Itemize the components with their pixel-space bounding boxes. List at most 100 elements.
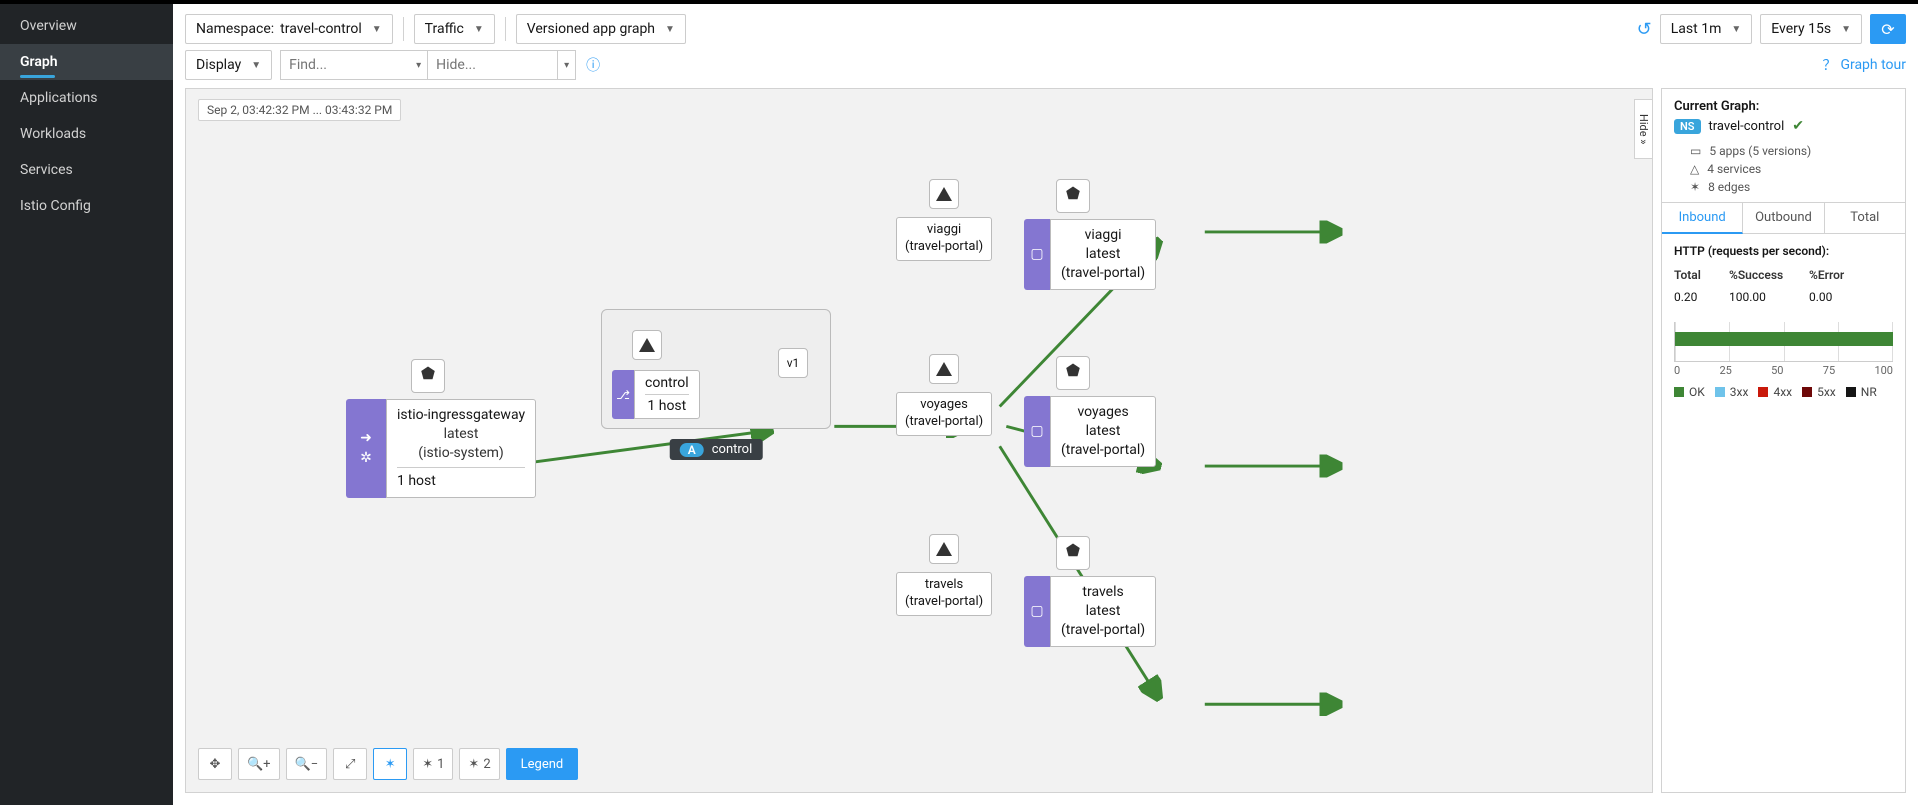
namespace-selector[interactable]: Namespace: travel-control ▼ bbox=[185, 14, 393, 44]
panel-collapse-handle[interactable]: Hide » bbox=[1634, 99, 1652, 159]
control-host: 1 host bbox=[645, 398, 689, 414]
wl-namespace: (travel-portal) bbox=[1061, 441, 1145, 460]
branch-icon: ⎇ bbox=[616, 388, 630, 402]
time-range-selector[interactable]: Last 1m ▼ bbox=[1660, 14, 1753, 44]
th-error: %Error bbox=[1809, 268, 1893, 282]
legend-nr: NR bbox=[1846, 385, 1877, 399]
app-badge-control: A control bbox=[670, 439, 763, 460]
sidebar-item-applications[interactable]: Applications bbox=[0, 80, 173, 116]
http-legend: OK 3xx 4xx 5xx NR bbox=[1662, 377, 1905, 411]
node-wl-voyages[interactable]: ▢ voyages latest (travel-portal) bbox=[1024, 396, 1156, 467]
layout-1-button[interactable]: ✶1 bbox=[413, 748, 453, 780]
main: Namespace: travel-control ▼ Traffic ▼ Ve… bbox=[173, 4, 1918, 805]
traffic-selector[interactable]: Traffic ▼ bbox=[414, 14, 495, 44]
services-count: 4 services bbox=[1707, 162, 1761, 176]
graph-icon: ✶ bbox=[468, 757, 479, 772]
globe-icon: ✲ bbox=[360, 450, 372, 466]
caret-down-icon: ▼ bbox=[251, 60, 261, 71]
node-istio-ingressgateway[interactable]: ➜ ✲ istio-ingressgateway latest (istio-s… bbox=[346, 399, 536, 498]
http-section-title: HTTP (requests per second): bbox=[1662, 234, 1905, 264]
drag-button[interactable]: ✥ bbox=[198, 748, 232, 780]
canvas-controls: ✥ 🔍+ 🔍− ⤢ ✶ ✶1 ✶2 Legend bbox=[198, 748, 578, 780]
graph-tour-link[interactable]: ？ Graph tour bbox=[1822, 55, 1906, 75]
namespace-row: NS travel-control ✔ bbox=[1662, 118, 1905, 144]
fit-button[interactable]: ⤢ bbox=[333, 748, 367, 780]
axis-tick: 50 bbox=[1771, 364, 1783, 377]
layout-1-label: 1 bbox=[437, 757, 444, 772]
zoom-out-button[interactable]: 🔍− bbox=[286, 748, 328, 780]
toolbar-primary: Namespace: travel-control ▼ Traffic ▼ Ve… bbox=[173, 4, 1918, 50]
caret-down-icon: ▼ bbox=[1841, 24, 1851, 35]
node-wl-travels-icon[interactable] bbox=[1056, 536, 1090, 570]
app-badge-label: control bbox=[712, 442, 753, 457]
hide-dropdown-handle[interactable]: ▾ bbox=[558, 50, 576, 80]
refresh-button[interactable]: ⟳ bbox=[1870, 14, 1906, 44]
find-hide-group: ▾ ▾ bbox=[280, 50, 576, 80]
axis-tick: 75 bbox=[1823, 364, 1835, 377]
graph-canvas[interactable]: Sep 2, 03:42:32 PM ... 03:43:32 PM Hide … bbox=[185, 88, 1653, 793]
tab-total[interactable]: Total bbox=[1825, 203, 1905, 233]
node-svc-voyages[interactable]: voyages (travel-portal) bbox=[896, 354, 992, 436]
namespace-label: Namespace: bbox=[196, 21, 274, 37]
version-node-v1[interactable]: v1 bbox=[778, 348, 808, 378]
history-icon[interactable]: ↺ bbox=[1637, 19, 1652, 40]
caret-down-icon: ▼ bbox=[665, 24, 675, 35]
layout-default-button[interactable]: ✶ bbox=[373, 748, 407, 780]
control-title: control bbox=[645, 375, 689, 391]
workload-icon bbox=[419, 365, 437, 387]
node-wl-viaggi-icon[interactable] bbox=[1056, 179, 1090, 213]
sidebar-item-istio-config[interactable]: Istio Config bbox=[0, 188, 173, 224]
zoom-in-button[interactable]: 🔍+ bbox=[238, 748, 280, 780]
node-title: istio-ingressgateway bbox=[397, 406, 525, 425]
graph-type-selector[interactable]: Versioned app graph ▼ bbox=[516, 14, 686, 44]
node-wl-voyages-icon[interactable] bbox=[1056, 356, 1090, 390]
axis-tick: 0 bbox=[1674, 364, 1680, 377]
refresh-interval-selector[interactable]: Every 15s ▼ bbox=[1760, 14, 1862, 44]
sidebar-item-workloads[interactable]: Workloads bbox=[0, 116, 173, 152]
node-wl-travels[interactable]: ▢ travels latest (travel-portal) bbox=[1024, 576, 1156, 647]
app-group-control[interactable]: v1 ⎇ control 1 host A control bbox=[601, 309, 831, 429]
axis-tick: 25 bbox=[1719, 364, 1731, 377]
svc-namespace: (travel-portal) bbox=[905, 594, 983, 611]
sidebar-item-services[interactable]: Services bbox=[0, 152, 173, 188]
http-sparkline bbox=[1674, 322, 1893, 362]
caret-down-icon: ▼ bbox=[474, 24, 484, 35]
services-icon: △ bbox=[1690, 162, 1699, 176]
node-svc-travels[interactable]: travels (travel-portal) bbox=[896, 534, 992, 616]
wl-name: travels bbox=[1061, 583, 1145, 602]
display-label: Display bbox=[196, 57, 241, 73]
sidebar-item-graph[interactable]: Graph bbox=[0, 44, 173, 80]
wl-namespace: (travel-portal) bbox=[1061, 621, 1145, 640]
graph-stats: ▭5 apps (5 versions) △4 services ✶8 edge… bbox=[1662, 144, 1905, 202]
node-ingress-icon[interactable] bbox=[411, 359, 445, 393]
panel-title: Current Graph: bbox=[1662, 89, 1905, 118]
workload-icon bbox=[1064, 542, 1082, 564]
wl-name: viaggi bbox=[1061, 226, 1145, 245]
edges-count: 8 edges bbox=[1708, 180, 1750, 194]
find-dropdown-handle[interactable]: ▾ bbox=[410, 50, 428, 80]
tab-inbound[interactable]: Inbound bbox=[1662, 203, 1743, 234]
node-host: 1 host bbox=[397, 472, 525, 491]
svc-name: travels bbox=[905, 577, 983, 594]
tab-outbound[interactable]: Outbound bbox=[1743, 203, 1824, 233]
sidebar: Overview Graph Applications Workloads Se… bbox=[0, 4, 173, 805]
graph-icon: ✶ bbox=[422, 757, 433, 772]
hide-input[interactable] bbox=[428, 50, 558, 80]
axis-tick: 100 bbox=[1874, 364, 1893, 377]
svc-namespace: (travel-portal) bbox=[905, 239, 983, 256]
node-namespace: (istio-system) bbox=[397, 444, 525, 463]
app-kind-pill: A bbox=[680, 443, 704, 457]
square-icon: ▢ bbox=[1030, 603, 1043, 619]
layout-2-button[interactable]: ✶2 bbox=[459, 748, 499, 780]
display-selector[interactable]: Display ▼ bbox=[185, 50, 272, 80]
workspace: Sep 2, 03:42:32 PM ... 03:43:32 PM Hide … bbox=[173, 88, 1918, 805]
caret-down-icon: ▼ bbox=[372, 24, 382, 35]
find-input[interactable] bbox=[280, 50, 410, 80]
sidebar-item-overview[interactable]: Overview bbox=[0, 8, 173, 44]
node-svc-viaggi[interactable]: viaggi (travel-portal) bbox=[896, 179, 992, 261]
info-icon[interactable]: ⓘ bbox=[586, 55, 600, 75]
legend-button[interactable]: Legend bbox=[506, 748, 579, 780]
th-total: Total bbox=[1674, 268, 1729, 282]
toolbar-separator bbox=[505, 17, 506, 41]
node-wl-viaggi[interactable]: ▢ viaggi latest (travel-portal) bbox=[1024, 219, 1156, 290]
